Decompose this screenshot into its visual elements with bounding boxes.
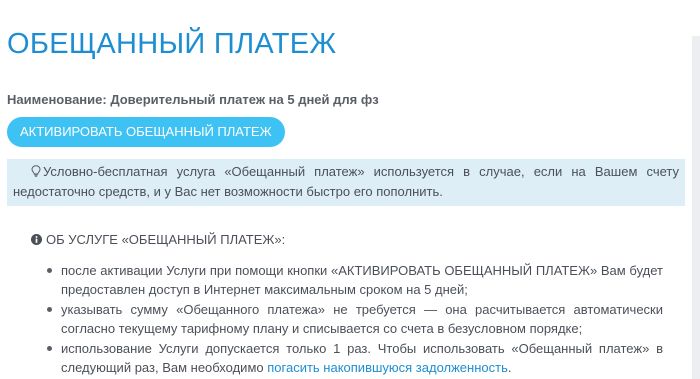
list-item: указывать сумму «Обещанного платежа» не … xyxy=(47,300,663,338)
list-item: после активации Услуги при помощи кнопки… xyxy=(47,261,663,299)
notice-box: Условно-бесплатная услуга «Обещанный пла… xyxy=(7,159,685,206)
list-item-text: указывать сумму «Обещанного платежа» не … xyxy=(61,302,663,336)
page-title: ОБЕЩАННЫЙ ПЛАТЕЖ xyxy=(7,28,337,60)
info-circle-icon xyxy=(31,234,42,245)
bullet-dot xyxy=(47,307,52,312)
pay-off-debt-link[interactable]: погасить накопившуюся задолженность xyxy=(267,360,508,375)
list-item-suffix: . xyxy=(507,360,512,375)
activate-promised-payment-button[interactable]: АКТИВИРОВАТЬ ОБЕЩАННЫЙ ПЛАТЕЖ xyxy=(7,117,285,147)
service-name: Наименование: Доверительный платеж на 5 … xyxy=(7,92,379,107)
scrollbar-track[interactable] xyxy=(692,36,700,379)
list-item: использование Услуги допускается только … xyxy=(47,339,663,377)
promised-payment-page: ОБЕЩАННЫЙ ПЛАТЕЖ Наименование: Доверител… xyxy=(0,0,692,379)
lightbulb-icon xyxy=(31,165,41,177)
about-heading-text: ОБ УСЛУГЕ «ОБЕЩАННЫЙ ПЛАТЕЖ»: xyxy=(46,232,286,247)
about-list: после активации Услуги при помощи кнопки… xyxy=(47,261,663,378)
notice-text: Условно-бесплатная услуга «Обещанный пла… xyxy=(13,164,679,199)
about-heading: ОБ УСЛУГЕ «ОБЕЩАННЫЙ ПЛАТЕЖ»: xyxy=(31,232,285,247)
bullet-dot xyxy=(47,346,52,351)
bullet-dot xyxy=(47,268,52,273)
list-item-text: после активации Услуги при помощи кнопки… xyxy=(61,263,663,297)
